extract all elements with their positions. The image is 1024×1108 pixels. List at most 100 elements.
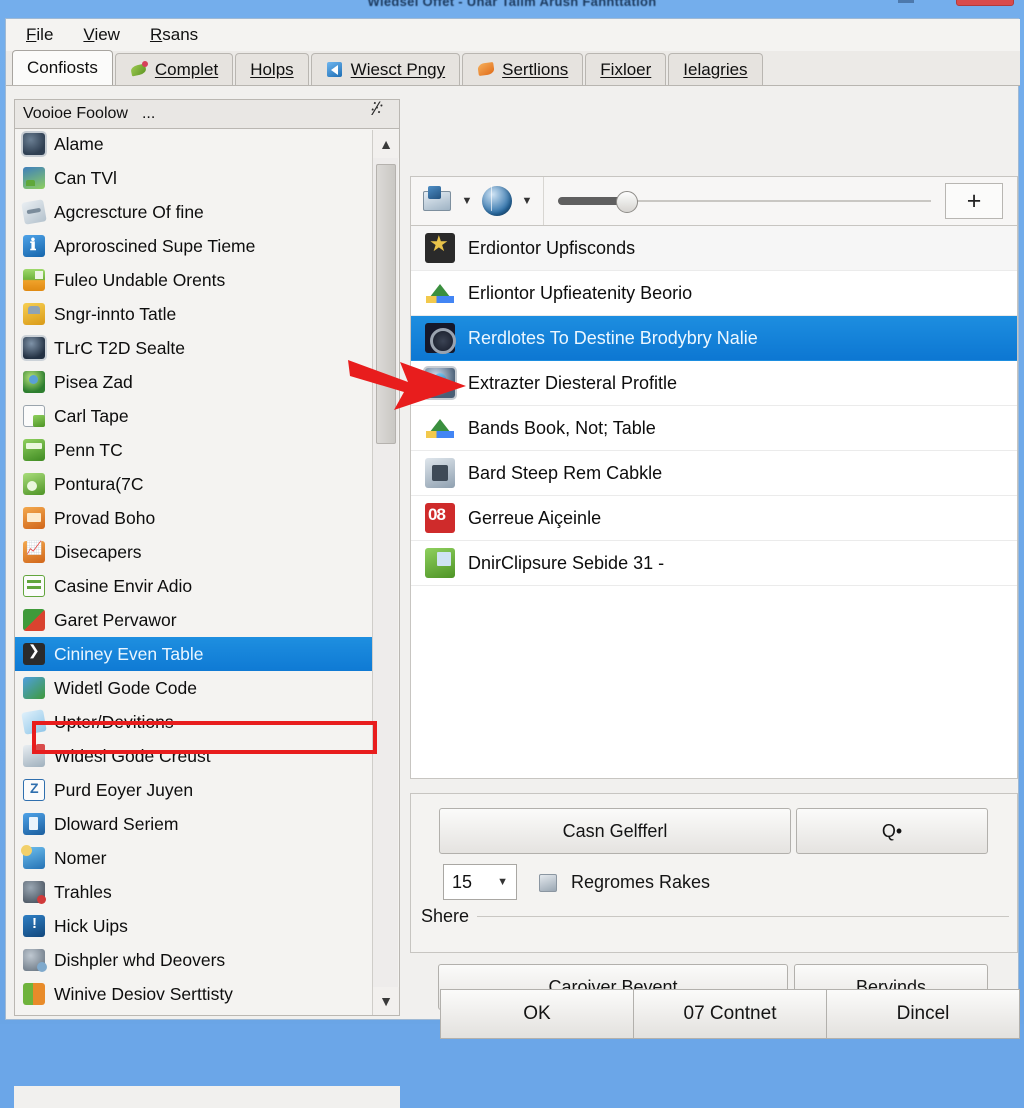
list-item[interactable]: Pontura(7C: [15, 467, 373, 501]
menu-item-view[interactable]: View: [81, 24, 122, 46]
minimize-button[interactable]: [898, 0, 914, 3]
tab-complet[interactable]: Complet: [114, 53, 234, 85]
list-item-label: Widesl Gode Creust: [54, 745, 211, 766]
list-item-label: Penn TC: [54, 439, 123, 460]
list-item[interactable]: DnirClipsure Sebide 31 -: [411, 541, 1017, 586]
toolbar-group-left: ▼ ▼: [411, 177, 544, 225]
globe-icon[interactable]: [479, 183, 515, 219]
list-item[interactable]: Garet Pervawor: [15, 603, 373, 637]
scissors-icon[interactable]: [367, 99, 391, 124]
list-item[interactable]: Nomer: [15, 841, 373, 875]
list-item[interactable]: Trahles: [15, 875, 373, 909]
red-green-icon: [23, 609, 45, 631]
list-item[interactable]: Erdiontor Upfisconds: [411, 226, 1017, 271]
list-item[interactable]: TLrC T2D Sealte: [15, 331, 373, 365]
list-item[interactable]: Casine Envir Adio: [15, 569, 373, 603]
regromes-row[interactable]: Regromes Rakes: [537, 864, 710, 900]
menu-item-rsans[interactable]: Rsans: [148, 24, 200, 46]
list-item[interactable]: Agcrescture Of fine: [15, 195, 373, 229]
orange-icon: [23, 507, 45, 529]
list-item-selected[interactable]: Cininey Even Table: [15, 637, 373, 671]
list-item[interactable]: Pisea Zad: [15, 365, 373, 399]
tool-icon: [21, 199, 47, 225]
chevron-up-icon[interactable]: ▲: [373, 130, 399, 158]
list-item[interactable]: Upter/Devitions: [15, 705, 373, 739]
count-dropdown-value: 15: [452, 871, 473, 892]
tab-sertlions[interactable]: Sertlions: [462, 53, 584, 85]
right-listbox[interactable]: Erdiontor Upfisconds Erliontor Upfieaten…: [410, 226, 1018, 779]
pontura-icon: [23, 473, 45, 495]
list-item[interactable]: Bands Book, Not; Table: [411, 406, 1017, 451]
q-button[interactable]: Q•: [796, 808, 988, 854]
tab-wiesct-pngy[interactable]: Wiesct Pngy: [310, 53, 461, 85]
dishple-icon: [23, 949, 47, 972]
list-item[interactable]: Can TVl: [15, 161, 373, 195]
list-item[interactable]: Purd Eoyer Juyen: [15, 773, 373, 807]
dialog-button-bar: OK 07 Contnet Dincel: [440, 989, 1020, 1039]
upter-icon: [21, 709, 47, 735]
list-item-label: Carl Tape: [54, 405, 129, 426]
cancel-button[interactable]: Dincel: [827, 989, 1020, 1039]
left-panel: Vooioe Foolow ... Alame Can TVl Agcresct…: [14, 99, 400, 1016]
list-item-label: Gerreue Aiçeinle: [468, 507, 602, 528]
tab-confiosts[interactable]: Confiosts: [12, 50, 113, 85]
chevron-down-icon[interactable]: ▼: [519, 183, 535, 219]
ok-button[interactable]: OK: [440, 989, 634, 1039]
list-item[interactable]: Disecapers: [15, 535, 373, 569]
list-item[interactable]: Widesl Gode Creust: [15, 739, 373, 773]
close-button[interactable]: [956, 0, 1014, 6]
list-item[interactable]: Bard Steep Rem Cabkle: [411, 451, 1017, 496]
contnet-button[interactable]: 07 Contnet: [634, 989, 827, 1039]
list-item[interactable]: Winive Desiov Serttisty: [15, 977, 373, 1011]
tab-holps[interactable]: Holps: [235, 53, 309, 85]
red-08-icon: [425, 503, 455, 533]
list-item-selected[interactable]: Rerdlotes To Destine Brodybry Nalie: [411, 316, 1017, 361]
list-item[interactable]: Dishpler whd Deovers: [15, 943, 373, 977]
winive-icon: [23, 983, 45, 1005]
chevron-down-icon[interactable]: ▼: [459, 183, 475, 219]
list-item-label: Agcrescture Of fine: [54, 201, 204, 222]
list-item[interactable]: Penn TC: [15, 433, 373, 467]
list-item[interactable]: Carl Tape: [15, 399, 373, 433]
chevron-down-icon[interactable]: ▼: [373, 987, 399, 1015]
list-item[interactable]: Dloward Seriem: [15, 807, 373, 841]
tab-ielagries[interactable]: Ielagries: [668, 53, 763, 85]
list-item[interactable]: Hick Uips: [15, 909, 373, 943]
diamond-icon: [477, 60, 496, 79]
list-item-label: Alame: [54, 133, 104, 154]
menu-item-file[interactable]: File: [24, 24, 55, 46]
sidebar-listbox[interactable]: Alame Can TVl Agcrescture Of fine Aproro…: [14, 129, 400, 1016]
menu-item-rsans-rest: sans: [162, 25, 199, 44]
list-item[interactable]: Fuleo Undable Orents: [15, 263, 373, 297]
tab-fixloer[interactable]: Fixloer: [585, 53, 667, 85]
blue-globe-icon: [425, 368, 455, 398]
sidebar-scrollbar[interactable]: ▲ ▼: [372, 130, 399, 1015]
casn-gelfferl-button[interactable]: Casn Gelfferl: [439, 808, 791, 854]
options-group: Casn Gelfferl Q• 15 ▼ Regromes Rakes She…: [410, 793, 1018, 953]
zoom-slider[interactable]: [558, 186, 931, 216]
search-input[interactable]: Vooioe Foolow: [23, 105, 128, 123]
list-item-label: Bard Steep Rem Cabkle: [468, 462, 663, 483]
window-title: Wiedsel Offet - Uhar Talim Arush Fanntta…: [367, 0, 657, 9]
slider-thumb[interactable]: [616, 191, 638, 213]
orange-chart-icon: [23, 540, 45, 563]
stamp-icon[interactable]: [419, 183, 455, 219]
list-item[interactable]: Alame: [15, 129, 373, 161]
list-item[interactable]: Gerreue Aiçeinle: [411, 496, 1017, 541]
scrollbar-thumb[interactable]: [376, 164, 396, 444]
photo-icon: [23, 167, 45, 189]
application-window: Wiedsel Offet - Uhar Talim Arush Fanntta…: [0, 0, 1024, 1108]
search-bar[interactable]: Vooioe Foolow ...: [14, 99, 400, 129]
add-button[interactable]: +: [945, 183, 1003, 219]
list-item-label: Sngr-innto Tatle: [54, 303, 177, 324]
list-item[interactable]: Extrazter Diesteral Profitle: [411, 361, 1017, 406]
list-item[interactable]: Provad Boho: [15, 501, 373, 535]
count-dropdown[interactable]: 15 ▼: [443, 864, 517, 900]
list-item[interactable]: Sngr-innto Tatle: [15, 297, 373, 331]
window-icon: [23, 405, 45, 427]
sidebar-list: Alame Can TVl Agcrescture Of fine Aproro…: [15, 129, 373, 1011]
list-item[interactable]: Aproroscined Supe Tieme: [15, 229, 373, 263]
left-bottom-strip: [14, 1086, 400, 1108]
list-item[interactable]: Widetl Gode Code: [15, 671, 373, 705]
list-item[interactable]: Erliontor Upfieatenity Beorio: [411, 271, 1017, 316]
